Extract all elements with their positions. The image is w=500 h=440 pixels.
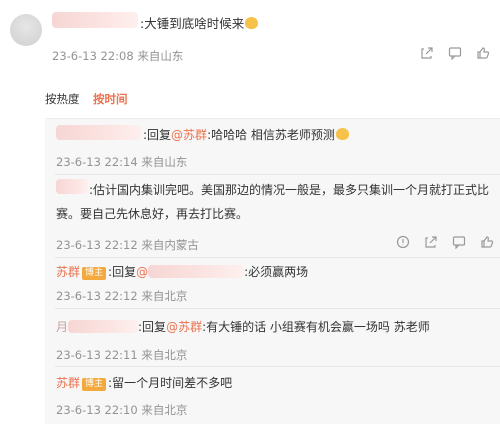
divider [55, 366, 500, 367]
username-redacted[interactable] [56, 179, 88, 194]
mention-link[interactable]: @ [136, 265, 148, 279]
comment-text: :大锤到底啥时候来 [140, 13, 259, 32]
cat-emoji-icon [245, 17, 259, 29]
reply-text: 苏群 博主:回复@:必须赢两场 [56, 265, 309, 280]
reply-meta: 23-6-13 22:14 来自山东 [56, 155, 188, 169]
share-icon[interactable] [424, 235, 438, 249]
reply-meta: 23-6-13 22:12 来自北京 [56, 289, 188, 303]
author-name[interactable]: 苏群 [56, 376, 80, 390]
tab-by-time[interactable]: 按时间 [93, 91, 128, 107]
mention-link[interactable]: @苏群 [171, 128, 207, 142]
like-icon[interactable] [476, 46, 490, 60]
comment-icon[interactable] [448, 46, 462, 60]
divider [55, 174, 500, 175]
cat-emoji-icon [335, 128, 349, 140]
reply-text: :估计国内集训完吧。美国那边的情况一般是，最多只集训一个月就打正式比 [89, 183, 490, 197]
comment-meta: 23-6-13 22:08 来自山东 [52, 49, 184, 63]
username-redacted[interactable] [52, 12, 138, 28]
reply-text: 月:回复@苏群:有大锤的话 小组赛有机会赢一场吗 苏老师 [56, 320, 430, 334]
author-badge: 博主 [82, 267, 107, 280]
avatar[interactable] [10, 14, 42, 46]
comment-icon[interactable] [452, 235, 466, 249]
reply-actions [396, 235, 496, 251]
username-redacted[interactable] [148, 265, 245, 278]
reply-meta: 23-6-13 22:12 来自内蒙古 [56, 238, 199, 252]
reply-text-cont: 赛。要自己先休息好，再去打比赛。 [56, 207, 249, 221]
share-icon[interactable] [420, 46, 434, 60]
divider [55, 308, 500, 309]
username-redacted[interactable] [56, 125, 142, 140]
mention-link[interactable]: @苏群 [166, 320, 202, 334]
author-badge: 博主 [82, 378, 107, 391]
username-redacted[interactable] [68, 320, 139, 333]
report-icon[interactable] [396, 235, 410, 249]
author-name[interactable]: 苏群 [56, 265, 80, 279]
like-icon[interactable] [480, 235, 494, 249]
tab-by-hot[interactable]: 按热度 [45, 91, 80, 107]
reply-text: :回复@苏群:哈哈哈 相信苏老师预测 [143, 126, 349, 143]
divider [55, 257, 500, 258]
reply-text: 苏群 博主:留一个月时间差不多吧 [56, 376, 233, 391]
reply-meta: 23-6-13 22:11 来自北京 [56, 348, 188, 362]
comment-actions [420, 46, 495, 62]
reply-meta: 23-6-13 22:10 来自北京 [56, 403, 188, 417]
